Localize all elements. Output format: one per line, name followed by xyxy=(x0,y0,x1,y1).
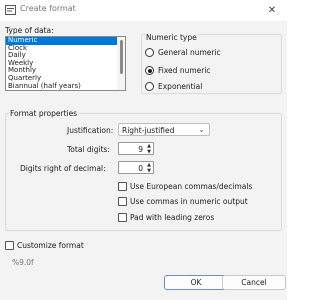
list-item-biannual[interactable]: Biannual (half years) xyxy=(6,82,118,90)
checkbox[interactable] xyxy=(5,241,14,250)
cancel-button[interactable]: Cancel xyxy=(222,275,286,290)
format-string: %9.0f xyxy=(12,258,34,267)
title-bar: Create format ✕ xyxy=(0,0,287,21)
radio-button[interactable] xyxy=(145,48,154,57)
justification-label: Justification: xyxy=(67,126,114,135)
spin-down-icon[interactable]: ▼ xyxy=(145,149,153,155)
spin-down-icon[interactable]: ▼ xyxy=(145,168,153,174)
checkbox-label: Pad with leading zeros xyxy=(130,213,215,222)
checkbox[interactable] xyxy=(118,213,127,222)
radio-label: Exponential xyxy=(158,82,203,91)
digits-right-spinner[interactable]: 0 ▲ ▼ xyxy=(118,161,154,174)
ok-button[interactable]: OK xyxy=(164,275,228,290)
chevron-down-icon: ⌄ xyxy=(198,125,205,134)
format-properties-label: Format properties xyxy=(9,109,79,118)
list-scrollbar-thumb[interactable] xyxy=(120,40,123,74)
total-digits-value: 9 xyxy=(138,145,143,154)
radio-label: Fixed numeric xyxy=(158,66,211,75)
digits-right-value: 0 xyxy=(138,164,143,173)
total-digits-label: Total digits: xyxy=(67,145,110,154)
window-title: Create format xyxy=(20,4,76,13)
justification-dropdown[interactable]: Right-justified ⌄ xyxy=(118,123,210,136)
close-icon[interactable]: ✕ xyxy=(257,0,287,21)
total-digits-spinner[interactable]: 9 ▲ ▼ xyxy=(118,142,154,155)
app-icon xyxy=(5,5,16,15)
type-of-data-label: Type of data: xyxy=(5,26,54,35)
justification-value: Right-justified xyxy=(122,126,175,135)
digits-right-label: Digits right of decimal: xyxy=(20,164,106,173)
radio-button[interactable] xyxy=(145,82,154,91)
radio-label: General numeric xyxy=(158,48,221,57)
checkbox-label: Use commas in numeric output xyxy=(130,197,248,206)
dialog-client: Type of data: Numeric Clock Daily Weekly… xyxy=(0,21,287,300)
checkbox[interactable] xyxy=(118,197,127,206)
radio-button[interactable] xyxy=(145,66,154,75)
checkbox-label: Use European commas/decimals xyxy=(130,182,253,191)
list-scrollbar[interactable] xyxy=(117,37,125,90)
checkbox-label: Customize format xyxy=(17,241,84,250)
numeric-type-label: Numeric type xyxy=(145,33,198,42)
type-of-data-list[interactable]: Numeric Clock Daily Weekly Monthly Quart… xyxy=(5,36,126,91)
checkbox[interactable] xyxy=(118,182,127,191)
